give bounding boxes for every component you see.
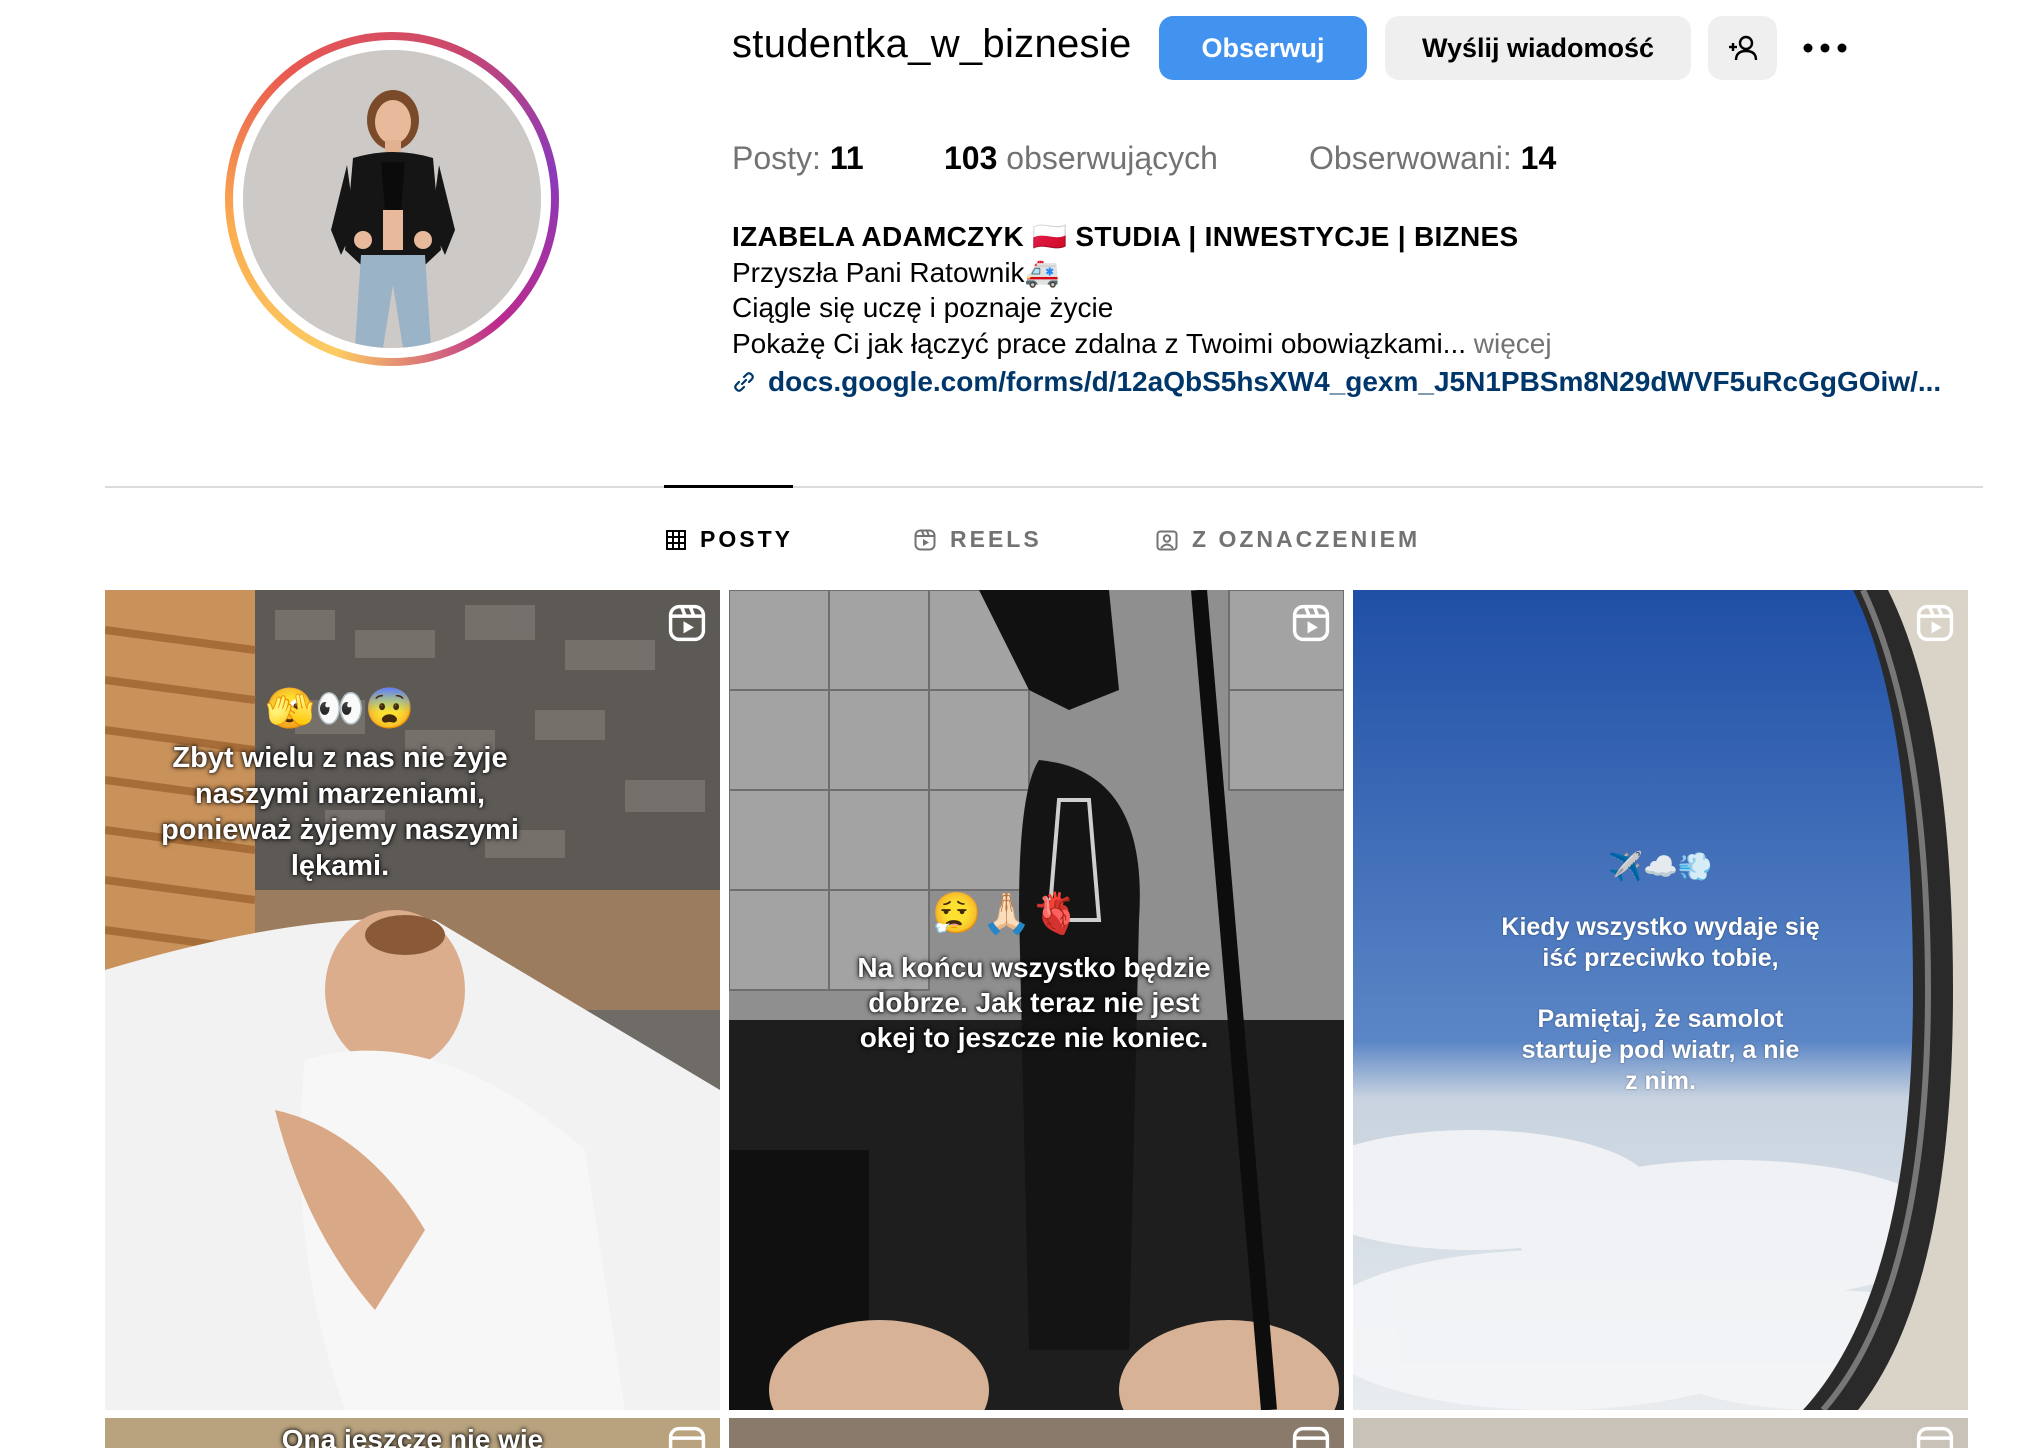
- profile-username: studentka_w_biznesie: [732, 22, 1132, 66]
- post-tile-4[interactable]: Ona jeszcze nie wie: [105, 1418, 720, 1448]
- followers-count-value: 103: [944, 140, 998, 176]
- avatar: [243, 50, 541, 348]
- post-1-caption-line: lękami.: [290, 850, 390, 882]
- reels-icon: [914, 529, 936, 550]
- post-tile-3[interactable]: ✈️☁️💨 Kiedy wszystko wydaje się iść prze…: [1353, 590, 1968, 1410]
- tab-posts-label: POSTY: [700, 526, 793, 552]
- reel-badge-icon: [668, 1426, 706, 1448]
- avatar-border: [233, 40, 551, 358]
- post-3-emoji: ✈️☁️💨: [1608, 851, 1713, 882]
- posts-count-stat: Posty: 11: [732, 140, 864, 177]
- tagged-user-icon: [1156, 530, 1178, 550]
- more-horizontal-icon: [1803, 43, 1847, 53]
- post-3-caption-line: iść przeciwko tobie,: [1542, 944, 1779, 972]
- tab-tagged-label: Z OZNACZENIEM: [1192, 526, 1421, 552]
- post-tile-2[interactable]: 😮‍💨🙏🏻🫀 Na końcu wszystko będzie dobrze. …: [729, 590, 1344, 1410]
- bio-external-link[interactable]: docs.google.com/forms/d/12aQbS5hsXW4_gex…: [732, 366, 1941, 398]
- reel-badge-icon: [1292, 604, 1330, 642]
- post-2-emoji-text: 😮‍💨🙏🏻🫀: [931, 892, 1082, 936]
- reel-badge-icon: [1292, 1426, 1330, 1448]
- bio-line-1: Przyszła Pani Ratownik🚑: [732, 257, 1060, 288]
- followers-label: obserwujących: [1006, 140, 1218, 176]
- post-3-caption-line: startuje pod wiatr, a nie: [1521, 1036, 1800, 1064]
- post-3-caption: Kiedy wszystko wydaje się iść przeciwko …: [1353, 912, 1968, 1097]
- post-2-caption-line: Na końcu wszystko będzie: [857, 952, 1211, 983]
- posts-count-value: 11: [829, 140, 864, 176]
- follow-button[interactable]: Obserwuj: [1159, 16, 1367, 80]
- tabs-divider: [105, 486, 1983, 488]
- bio-full-name: IZABELA ADAMCZYK 🇵🇱 STUDIA | INWESTYCJE …: [732, 221, 1519, 252]
- add-user-button[interactable]: [1708, 16, 1777, 80]
- post-tile-5[interactable]: [729, 1418, 1344, 1448]
- send-message-button[interactable]: Wyślij wiadomość: [1385, 16, 1691, 80]
- post-1-caption: Zbyt wielu z nas nie żyje naszymi marzen…: [105, 740, 575, 884]
- reel-badge-icon: [668, 604, 706, 642]
- grid-icon: [666, 529, 686, 550]
- post-4-caption: Ona jeszcze nie wie: [281, 1424, 544, 1448]
- post-1-emoji: 🫣👀😨: [265, 687, 415, 731]
- link-icon: [734, 372, 754, 392]
- bio-line-3-text: Pokażę Ci jak łączyć prace zdalna z Twoi…: [732, 328, 1467, 359]
- posts-count-label: Posty:: [732, 140, 821, 176]
- bio-more-link[interactable]: więcej: [1474, 328, 1552, 359]
- more-options-button[interactable]: [1795, 20, 1855, 76]
- post-tile-1[interactable]: 🫣👀😨 Zbyt wielu z nas nie żyje naszymi ma…: [105, 590, 720, 1410]
- avatar-photo: [243, 50, 541, 348]
- post-2-caption: Na końcu wszystko będzie dobrze. Jak ter…: [799, 950, 1269, 1055]
- post-2-caption-line: dobrze. Jak teraz nie jest: [868, 987, 1200, 1018]
- followers-stat[interactable]: 103 obserwujących: [944, 140, 1218, 177]
- active-tab-indicator: [664, 485, 793, 488]
- reel-badge-icon: [1916, 1426, 1954, 1448]
- tab-reels-label: REELS: [950, 526, 1042, 552]
- tab-posts[interactable]: POSTY: [666, 526, 793, 553]
- bio-line-3: Pokażę Ci jak łączyć prace zdalna z Twoi…: [732, 328, 1552, 360]
- tab-reels[interactable]: REELS: [914, 526, 1042, 553]
- post-tile-6[interactable]: [1353, 1418, 1968, 1448]
- post-2-emoji: 😮‍💨🙏🏻🫀: [729, 890, 1344, 937]
- post-1-caption-line: Zbyt wielu z nas nie żyje: [172, 742, 508, 774]
- following-label: Obserwowani:: [1309, 140, 1512, 176]
- tab-tagged[interactable]: Z OZNACZENIEM: [1156, 526, 1420, 553]
- post-3-caption-line: Pamiętaj, że samolot: [1537, 1005, 1784, 1033]
- reel-badge-icon: [1916, 604, 1954, 642]
- post-1-caption-line: naszymi marzeniami,: [194, 778, 486, 810]
- add-user-icon: [1728, 35, 1757, 61]
- bio-link-text: docs.google.com/forms/d/12aQbS5hsXW4_gex…: [768, 366, 1942, 397]
- post-2-caption-line: okej to jeszcze nie koniec.: [859, 1022, 1209, 1053]
- following-count-value: 14: [1520, 140, 1557, 176]
- profile-avatar-ring[interactable]: [225, 32, 559, 366]
- post-3-caption-line: Kiedy wszystko wydaje się: [1501, 913, 1820, 941]
- following-stat[interactable]: Obserwowani: 14: [1309, 140, 1556, 177]
- post-1-caption-line: ponieważ żyjemy naszymi: [161, 814, 519, 846]
- bio-line-2: Ciągle się uczę i poznaje życie: [732, 292, 1114, 323]
- post-3-caption-line: z nim.: [1625, 1067, 1696, 1095]
